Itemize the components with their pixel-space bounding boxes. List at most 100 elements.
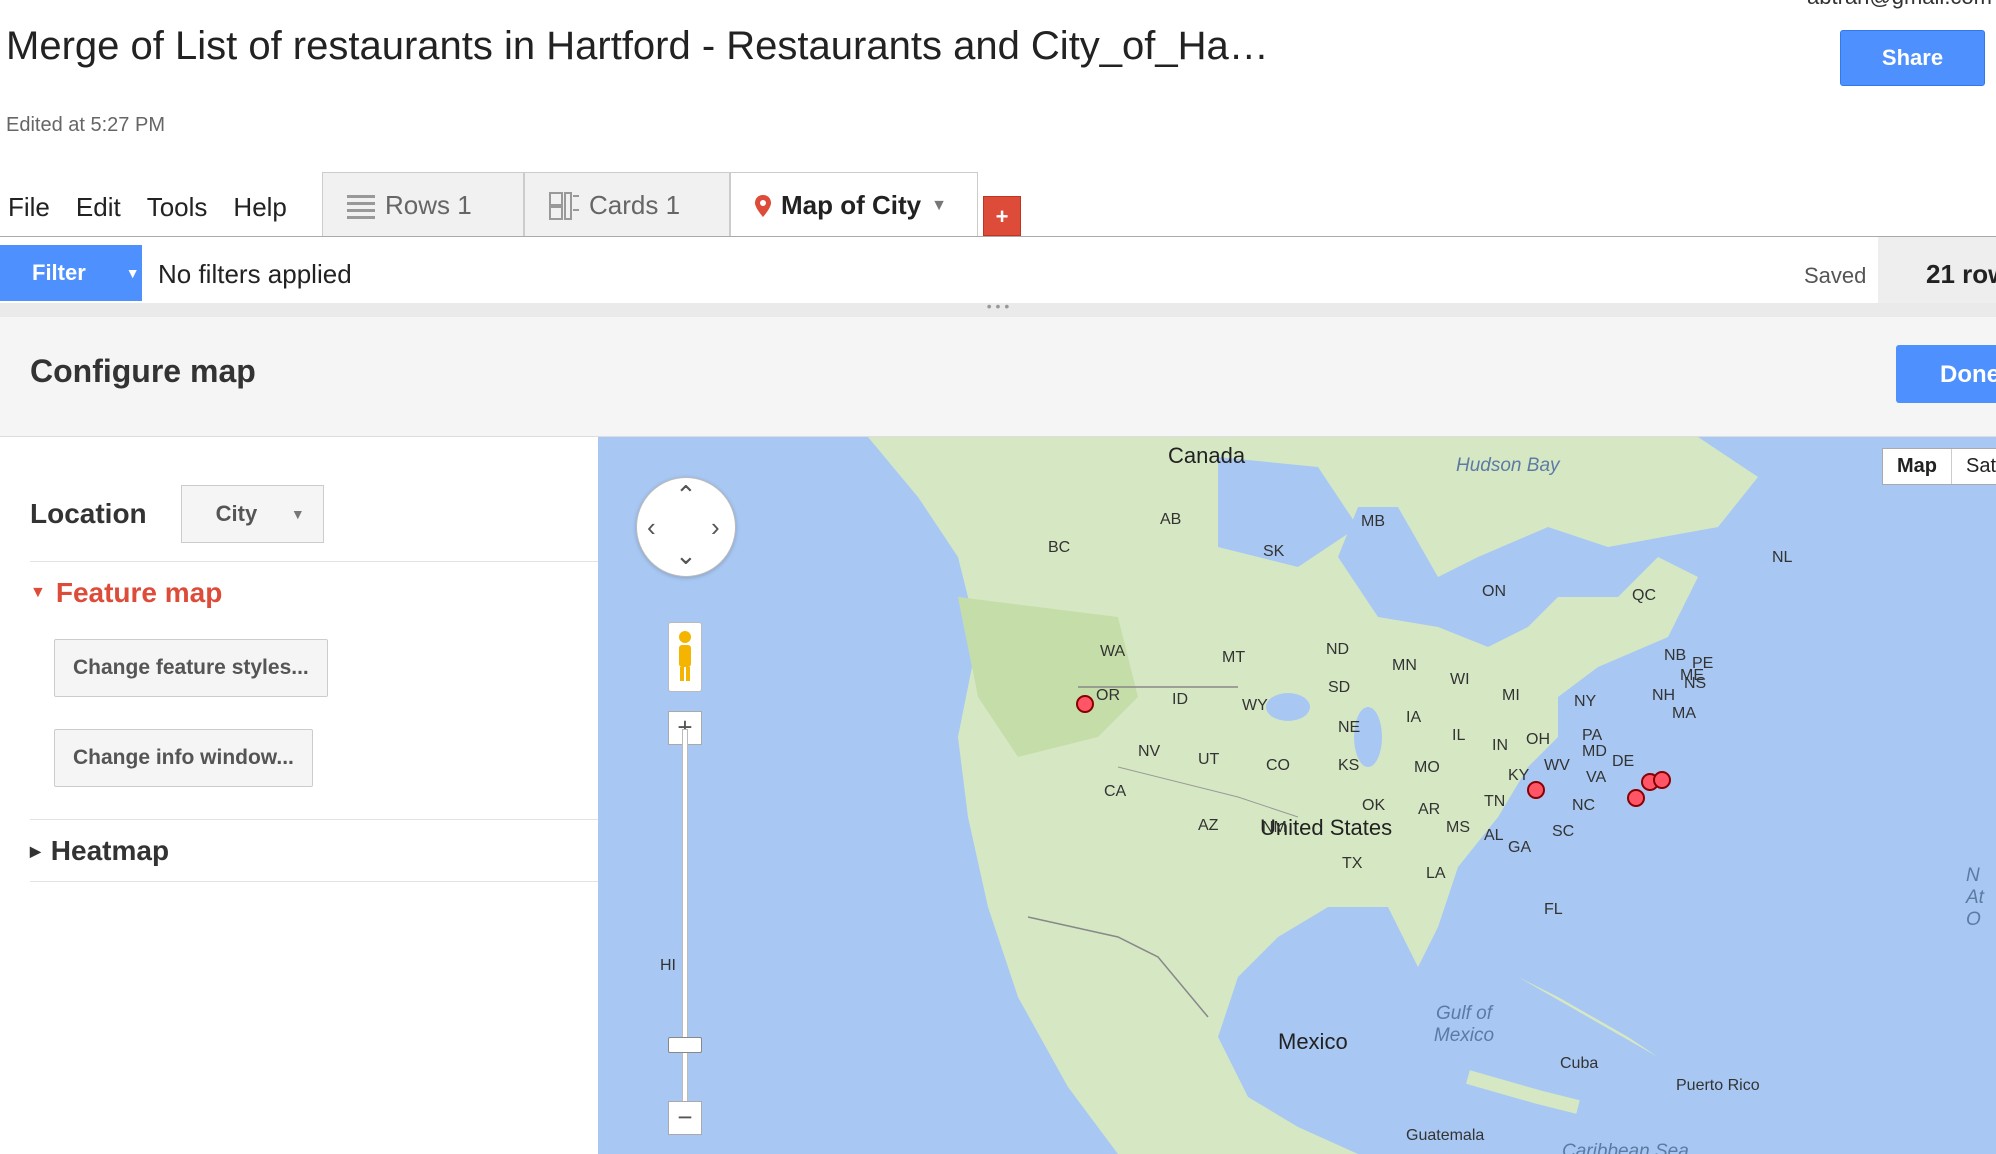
label-state: MA (1672, 705, 1696, 722)
pegman-icon (679, 631, 691, 681)
map-type-map[interactable]: Map (1883, 449, 1952, 484)
feature-map-label: Feature map (55, 577, 223, 608)
change-info-window-button[interactable]: Change info window... (54, 729, 313, 787)
heatmap-toggle[interactable]: ▶ Heatmap (30, 835, 169, 867)
label-state: TX (1342, 855, 1363, 872)
chevron-down-icon: ▼ (290, 506, 305, 522)
tab-cards-label: Cards 1 (589, 190, 681, 220)
cards-icon (549, 191, 579, 220)
label-state: NY (1574, 693, 1597, 710)
label-state: SD (1328, 679, 1351, 696)
menu-edit[interactable]: Edit (76, 192, 121, 223)
label-state: MI (1502, 687, 1520, 704)
label-state: WV (1544, 757, 1570, 774)
change-feature-styles-button[interactable]: Change feature styles... (54, 639, 328, 697)
menu-tools[interactable]: Tools (147, 192, 208, 223)
map-marker[interactable] (1627, 789, 1645, 807)
location-row: Location City ▼ (30, 485, 324, 543)
map-marker[interactable] (1076, 695, 1094, 713)
label-state: HI (660, 957, 676, 974)
label-state: NB (1664, 647, 1687, 664)
label-state: NE (1338, 719, 1361, 736)
divider (30, 881, 598, 882)
divider (30, 819, 598, 820)
pan-right-icon[interactable]: › (711, 512, 720, 543)
tab-cards[interactable]: Cards 1 (524, 172, 730, 238)
label-state: LA (1426, 865, 1446, 882)
pan-control[interactable]: ⌃ ‹ › ⌄ (636, 477, 736, 577)
map-type-toggle[interactable]: Map Sat (1882, 448, 1996, 485)
chevron-down-icon[interactable]: ▼ (931, 197, 947, 215)
label-state: TN (1484, 793, 1506, 810)
label-state: WA (1100, 643, 1126, 660)
label-state: KY (1508, 767, 1530, 784)
map-canvas[interactable]: Map Sat ⌃ ‹ › ⌄ + − Canada United States… (598, 437, 1996, 1154)
label-state: MS (1446, 819, 1470, 836)
label-state: ID (1172, 691, 1188, 708)
label-state: MN (1392, 657, 1417, 674)
map-type-satellite[interactable]: Sat (1952, 449, 1996, 484)
label-state: ME (1680, 667, 1704, 684)
add-tab-button[interactable]: + (983, 196, 1021, 236)
config-panel: Location City ▼ ▼ Feature map Change fea… (0, 437, 598, 1154)
heatmap-label: Heatmap (50, 835, 170, 866)
resize-handle[interactable]: • • • (0, 299, 1996, 317)
menu-bar: File Edit Tools Help (0, 192, 287, 223)
map-marker[interactable] (1653, 771, 1671, 789)
label-state: KS (1338, 757, 1360, 774)
label-state: ON (1482, 583, 1506, 600)
label-state: MT (1222, 649, 1246, 666)
zoom-slider[interactable] (682, 729, 688, 1119)
top-bar: abtran@gmail.com Merge of List of restau… (0, 0, 1996, 320)
pan-up-icon[interactable]: ⌃ (675, 480, 697, 511)
label-canada: Canada (1168, 443, 1246, 468)
triangle-right-icon: ▶ (30, 842, 41, 859)
filter-label: Filter (32, 260, 86, 285)
label-state: NH (1652, 687, 1676, 704)
label-state: SK (1263, 543, 1285, 560)
zoom-out-button[interactable]: − (668, 1101, 702, 1135)
label-state: SC (1552, 823, 1575, 840)
label-state: GA (1508, 839, 1532, 856)
label-state: WI (1450, 671, 1470, 688)
location-value: City (215, 501, 258, 526)
label-state: OR (1096, 687, 1120, 704)
feature-map-toggle[interactable]: ▼ Feature map (30, 577, 222, 609)
label-mexico: Mexico (1278, 1029, 1348, 1054)
filter-button[interactable]: Filter ▼ (0, 245, 142, 301)
label-state: NC (1572, 797, 1596, 814)
label-state: NV (1138, 743, 1161, 760)
tab-rows[interactable]: Rows 1 (322, 172, 524, 238)
view-tabs: Rows 1 Cards 1 Map of City ▼ (322, 172, 978, 238)
share-button[interactable]: Share (1840, 30, 1985, 86)
label-state: CA (1104, 783, 1127, 800)
label-state: AZ (1198, 817, 1219, 834)
label-state: AB (1160, 511, 1182, 528)
tab-rows-label: Rows 1 (385, 190, 472, 220)
label-state: UT (1198, 751, 1220, 768)
zoom-slider-handle[interactable] (668, 1037, 702, 1053)
location-select[interactable]: City ▼ (180, 485, 324, 543)
page-title[interactable]: Merge of List of restaurants in Hartford… (6, 24, 1269, 69)
location-label: Location (30, 498, 147, 529)
triangle-down-icon: ▼ (30, 584, 46, 601)
pan-down-icon[interactable]: ⌄ (675, 540, 697, 571)
label-hudson-bay: Hudson Bay (1456, 455, 1560, 476)
edited-status: Edited at 5:27 PM (6, 114, 165, 136)
account-email[interactable]: abtran@gmail.com (1807, 0, 1992, 10)
street-view-pegman-icon[interactable] (668, 622, 702, 692)
tab-map[interactable]: Map of City ▼ (730, 172, 978, 238)
label-state: CO (1266, 757, 1290, 774)
pan-left-icon[interactable]: ‹ (647, 512, 656, 543)
configure-title: Configure map (30, 353, 256, 389)
label-state: NL (1772, 549, 1793, 566)
label-state: MB (1361, 513, 1385, 530)
filter-status: No filters applied (158, 259, 352, 289)
label-gulf-of-mexico: Gulf of Mexico (1433, 1003, 1495, 1046)
menu-file[interactable]: File (8, 192, 50, 223)
done-button[interactable]: Done (1896, 345, 1996, 403)
menu-help[interactable]: Help (233, 192, 286, 223)
map-marker[interactable] (1527, 781, 1545, 799)
label-cuba: Cuba (1560, 1055, 1599, 1072)
label-state: DE (1612, 753, 1635, 770)
